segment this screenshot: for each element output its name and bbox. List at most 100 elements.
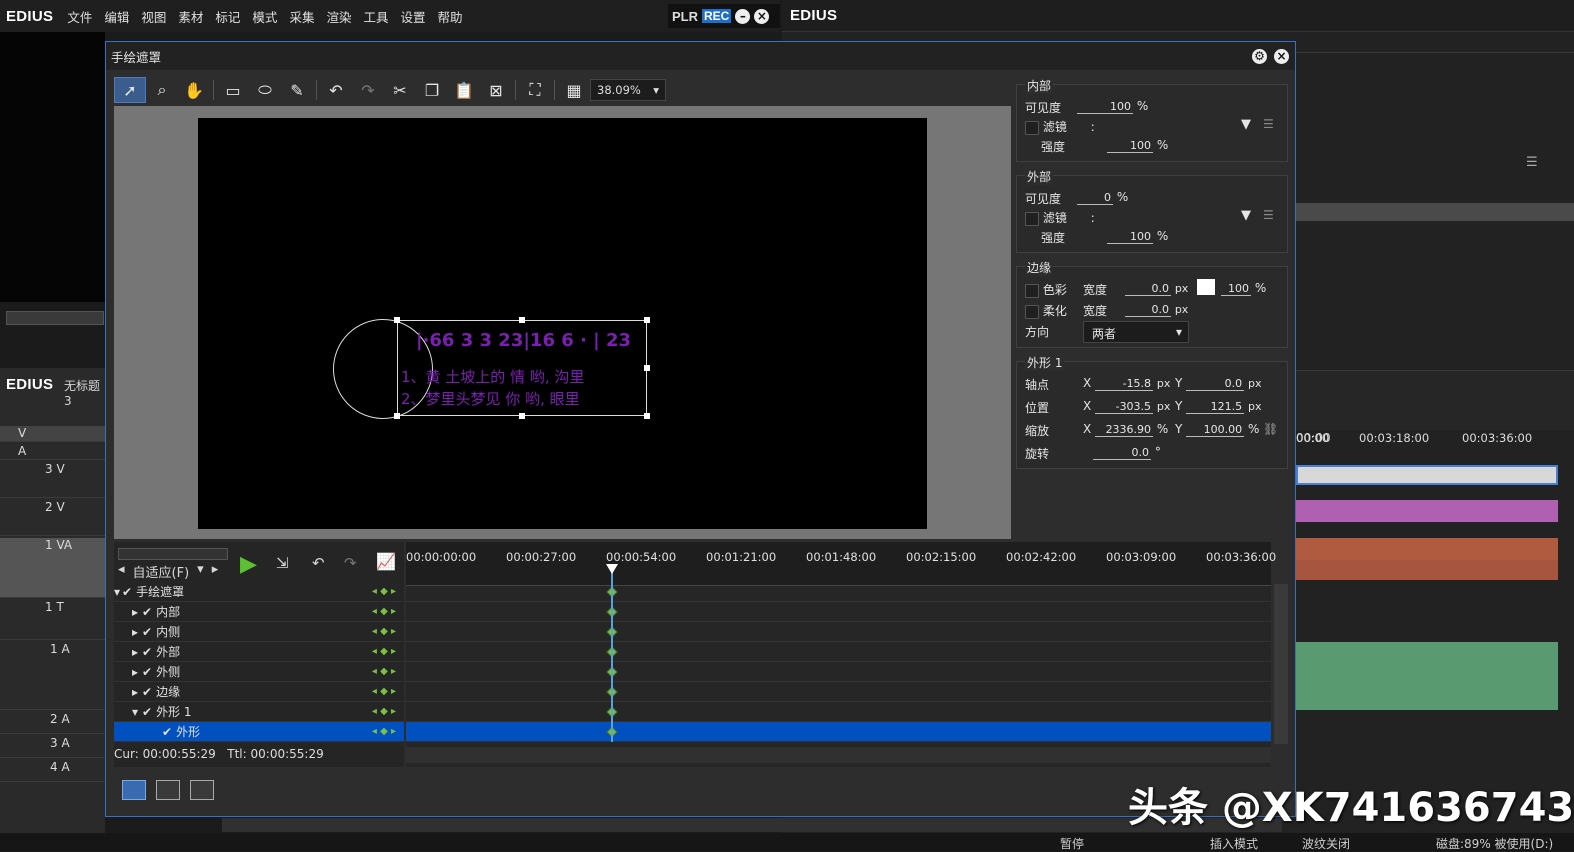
expand-icon[interactable]: ▸: [114, 665, 138, 679]
menu-marker[interactable]: 标记: [215, 7, 240, 26]
rec-label[interactable]: REC: [702, 9, 732, 23]
checkbox[interactable]: [1025, 283, 1039, 298]
timeline-tree-row[interactable]: ▸ ✔ 内部 ◂ ◆ ▸: [114, 602, 404, 622]
filter-row[interactable]: 滤镜 :: [1025, 118, 1095, 135]
soft-row[interactable]: 柔化: [1025, 302, 1067, 319]
check-icon[interactable]: ✔: [142, 645, 152, 659]
direction-select[interactable]: 两者 ▾: [1083, 321, 1189, 343]
width-field[interactable]: 0.0 px: [1125, 281, 1188, 296]
undo-icon[interactable]: ↶: [320, 77, 352, 103]
timeline-tree-row[interactable]: ▸ ✔ 内侧 ◂ ◆ ▸: [114, 622, 404, 642]
check-icon[interactable]: ✔: [142, 625, 152, 639]
track-1t[interactable]: 1 T: [0, 600, 105, 640]
menu-capture[interactable]: 采集: [289, 7, 314, 26]
audio-clip-1va[interactable]: [1296, 560, 1558, 580]
close-icon[interactable]: ×: [754, 8, 770, 24]
check-icon[interactable]: ✔: [142, 665, 152, 679]
value[interactable]: 0: [1077, 191, 1113, 205]
copy-icon[interactable]: ❐: [416, 77, 448, 103]
position-x[interactable]: X -303.5 px: [1083, 399, 1170, 414]
ellipse-tool-icon[interactable]: ⬭: [249, 77, 281, 103]
list-icon[interactable]: ☰: [1263, 208, 1274, 222]
anchor-x[interactable]: X -15.8 px: [1083, 376, 1170, 391]
expand-icon[interactable]: ▾: [114, 705, 138, 719]
video-clip-1va[interactable]: [1296, 538, 1558, 560]
check-icon[interactable]: ✔: [142, 705, 152, 719]
timeline-tree-row[interactable]: ▾ ✔ 外形 1 ◂ ◆ ▸: [114, 702, 404, 722]
minimize-icon[interactable]: –: [735, 8, 751, 24]
paste-icon[interactable]: 📋: [448, 77, 480, 103]
value[interactable]: -15.8: [1095, 377, 1154, 391]
keyframe-row[interactable]: [406, 602, 1271, 622]
color-row[interactable]: 色彩: [1025, 281, 1067, 298]
checkbox[interactable]: [1025, 120, 1039, 135]
handle[interactable]: [644, 413, 650, 419]
strength-field[interactable]: 100 %: [1107, 138, 1168, 153]
value[interactable]: 100: [1077, 100, 1133, 114]
main-hscroll[interactable]: [222, 818, 1282, 832]
track-3a[interactable]: 3 A: [0, 736, 105, 758]
value[interactable]: 0.0: [1125, 303, 1171, 317]
timeline-tree-row[interactable]: ✔ 外形 ◂ ◆ ▸: [114, 722, 404, 742]
keyframe-nav-icon[interactable]: ◂ ◆ ▸: [372, 686, 396, 697]
timeline-tree-row[interactable]: ▸ ✔ 边缘 ◂ ◆ ▸: [114, 682, 404, 702]
video-clip-3v[interactable]: [1296, 465, 1558, 485]
value[interactable]: 0.0: [1186, 377, 1245, 391]
keyframe-row[interactable]: [406, 582, 1271, 602]
filter-row[interactable]: 滤镜 :: [1025, 209, 1095, 226]
check-icon[interactable]: ✔: [142, 605, 152, 619]
timeline-hscroll[interactable]: [406, 747, 1271, 763]
pen-tool-icon[interactable]: ✎: [281, 77, 313, 103]
select-tool-icon[interactable]: ➚: [114, 77, 146, 103]
scale-x[interactable]: X 2336.90 %: [1083, 422, 1168, 437]
keyframe-row[interactable]: [406, 702, 1271, 722]
keyframe-row[interactable]: [406, 722, 1271, 742]
chevron-right-icon[interactable]: ▸: [212, 562, 219, 581]
value[interactable]: 100: [1107, 139, 1153, 153]
loop-icon[interactable]: ⇲: [276, 554, 289, 572]
undo-icon[interactable]: ↶: [312, 554, 325, 572]
zoom-select[interactable]: 38.09% ▾: [590, 79, 666, 101]
menu-view[interactable]: 视图: [141, 7, 166, 26]
handle[interactable]: [394, 413, 400, 419]
color-opacity[interactable]: 100 %: [1221, 281, 1266, 296]
list-icon[interactable]: ☰: [1526, 155, 1538, 170]
timeline-tree-row[interactable]: ▸ ✔ 外侧 ◂ ◆ ▸: [114, 662, 404, 682]
timeline-tree-row[interactable]: ▸ ✔ 外部 ◂ ◆ ▸: [114, 642, 404, 662]
menu-settings[interactable]: 设置: [400, 7, 425, 26]
soft-width-field[interactable]: 0.0 px: [1125, 302, 1188, 317]
audio-clip-1a[interactable]: [1296, 642, 1558, 710]
plr-label[interactable]: PLR: [672, 9, 698, 24]
keyframe-nav-icon[interactable]: ◂ ◆ ▸: [372, 606, 396, 617]
keyframe-nav-icon[interactable]: ◂ ◆ ▸: [372, 706, 396, 717]
keyframe-nav-icon[interactable]: ◂ ◆ ▸: [372, 726, 396, 737]
track-1va[interactable]: 1 VA: [0, 538, 105, 598]
keyframe-row[interactable]: [406, 642, 1271, 662]
menu-render[interactable]: 渲染: [326, 7, 351, 26]
close-icon[interactable]: ×: [1274, 49, 1289, 64]
expand-icon[interactable]: ▸: [114, 625, 138, 639]
expand-icon[interactable]: ▸: [114, 645, 138, 659]
checkbox[interactable]: [1025, 211, 1039, 226]
fit-view-icon[interactable]: ⛶: [519, 77, 551, 103]
chevron-down-icon[interactable]: ▾: [197, 562, 204, 581]
menu-edit[interactable]: 编辑: [104, 7, 129, 26]
value[interactable]: 121.5: [1186, 400, 1245, 414]
delete-icon[interactable]: ⊠: [480, 77, 512, 103]
play-icon[interactable]: ▶: [240, 552, 257, 577]
playhead-marker[interactable]: [606, 564, 618, 574]
video-clip-2v[interactable]: [1296, 500, 1558, 522]
strength-field[interactable]: 100 %: [1107, 229, 1168, 244]
visibility-field[interactable]: 100 %: [1077, 99, 1148, 114]
mask-canvas[interactable]: |·66 3 3 23|16 6 · | 23 1、黄 土坡上的 情 哟, 沟里…: [114, 106, 1011, 539]
value[interactable]: 0.0: [1125, 282, 1171, 296]
timeline-zoom-slider[interactable]: [118, 548, 228, 560]
main-timeline-ruler[interactable]: 00:00: [1296, 370, 1574, 445]
list-icon[interactable]: ☰: [1263, 117, 1274, 131]
status-ripple[interactable]: 波纹关闭: [1302, 835, 1350, 852]
menu-help[interactable]: 帮助: [438, 7, 463, 26]
value[interactable]: 2336.90: [1095, 423, 1154, 437]
preview-slider[interactable]: [6, 311, 104, 325]
layout-full-icon[interactable]: [190, 780, 214, 800]
track-2v[interactable]: 2 V: [0, 500, 105, 536]
